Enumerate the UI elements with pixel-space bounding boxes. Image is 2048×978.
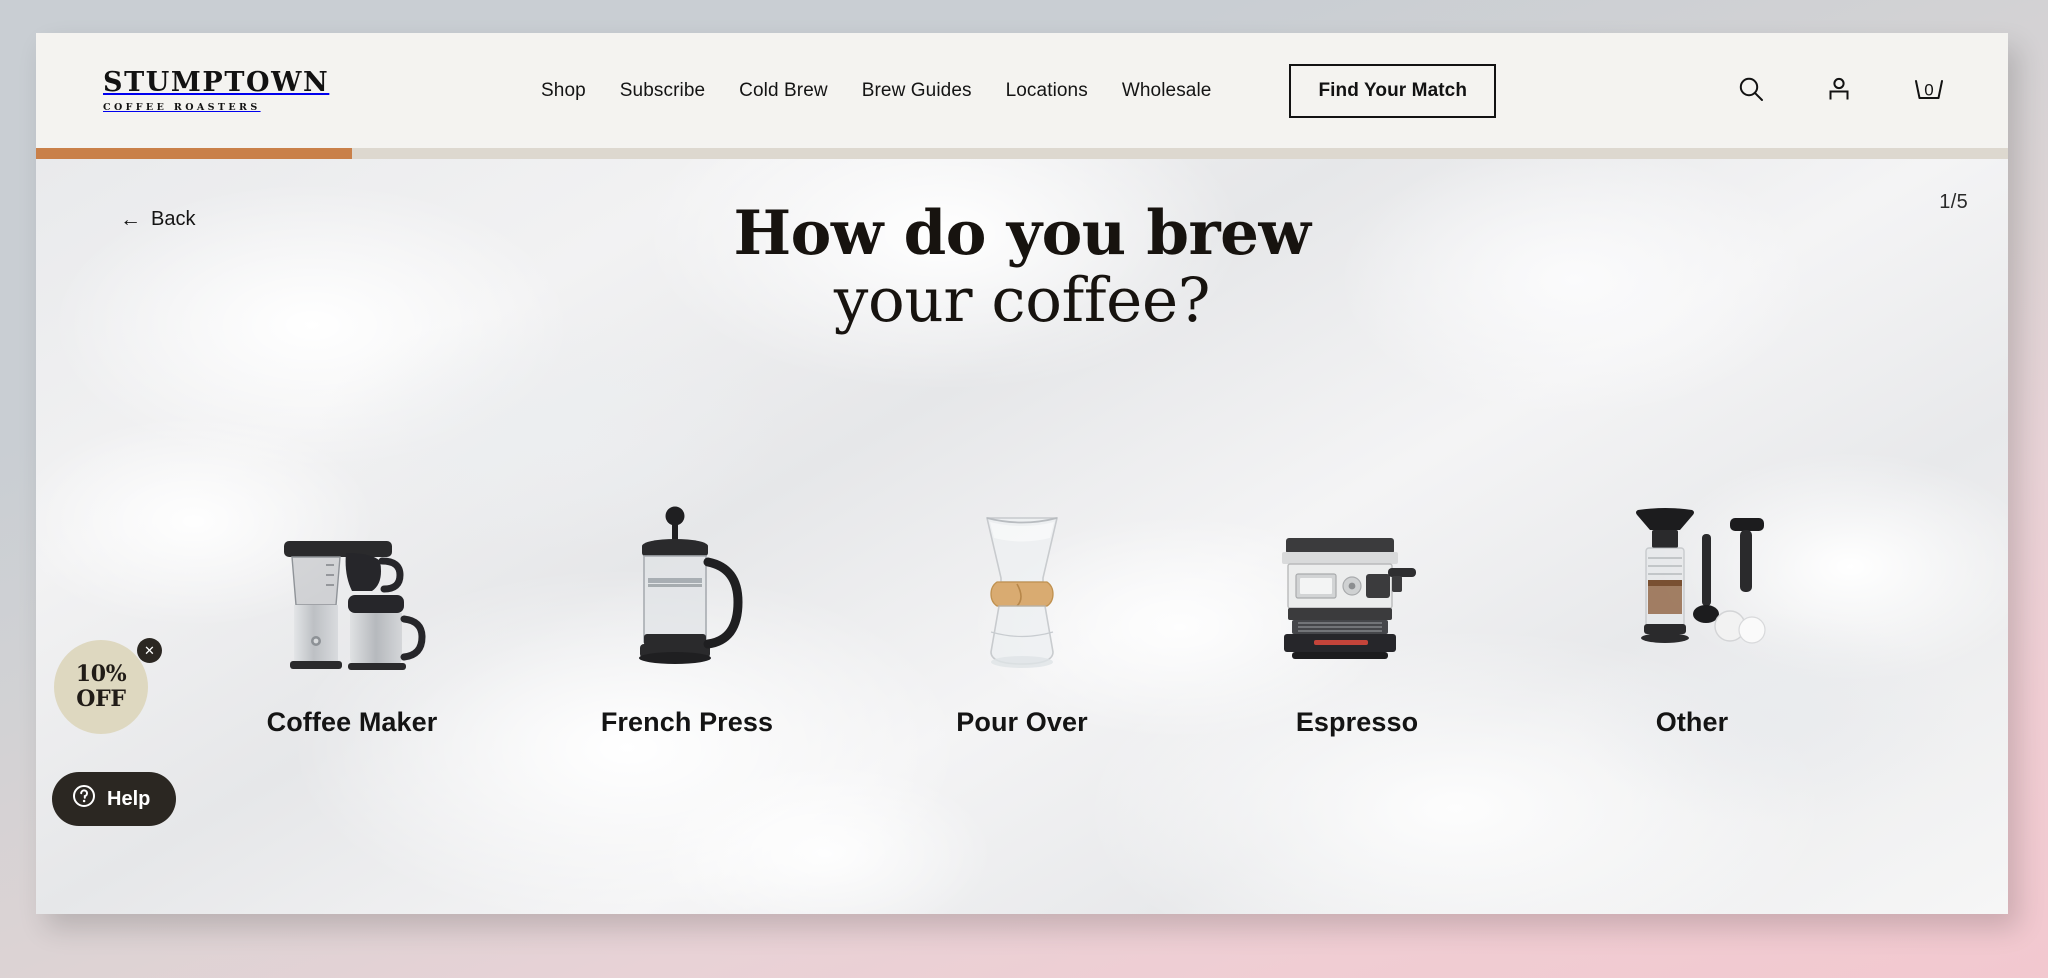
option-label: Pour Over <box>956 707 1088 737</box>
help-button[interactable]: Help <box>52 772 177 826</box>
espresso-machine-image <box>1190 489 1525 679</box>
help-button-label: Help <box>107 787 151 810</box>
brand-name: STUMPTOWN <box>103 66 330 98</box>
french-press-image <box>520 489 855 679</box>
option-label: Coffee Maker <box>266 707 438 737</box>
search-button[interactable] <box>1736 74 1766 107</box>
cart-button[interactable]: 0 <box>1912 74 1946 107</box>
option-french-press[interactable]: French Press <box>520 489 855 738</box>
brand-tagline: COFFEE ROASTERS <box>103 101 261 113</box>
quiz-title-line-1: How do you brew <box>733 198 1311 269</box>
nav-item-cold-brew[interactable]: Cold Brew <box>739 80 828 102</box>
promo-discount-label: OFF <box>76 686 126 712</box>
promo-discount-value: 10% <box>75 661 127 688</box>
find-your-match-button[interactable]: Find Your Match <box>1289 63 1497 118</box>
quiz-progress-bar <box>36 148 2008 159</box>
cart-icon <box>1912 74 1946 107</box>
nav-item-shop[interactable]: Shop <box>541 80 586 102</box>
option-label: Espresso <box>1295 707 1419 737</box>
option-espresso[interactable]: Espresso <box>1190 489 1525 738</box>
main-navigation: Shop Subscribe Cold Brew Brew Guides Loc… <box>541 63 1497 118</box>
option-other[interactable]: Other <box>1525 489 1860 738</box>
brand-logo[interactable]: STUMPTOWN COFFEE ROASTERS <box>76 66 330 113</box>
account-icon <box>1824 74 1854 107</box>
coffee-maker-image <box>185 489 520 679</box>
promo-badge[interactable]: 10% OFF ✕ <box>54 638 162 734</box>
account-button[interactable] <box>1824 74 1854 107</box>
nav-item-locations[interactable]: Locations <box>1006 80 1088 102</box>
option-label: French Press <box>600 707 774 737</box>
site-header: STUMPTOWN COFFEE ROASTERS Shop Subscribe… <box>36 33 2008 148</box>
quiz-stage: ← Back 1/5 How do you brew your coffee? <box>36 159 2008 914</box>
option-label: Other <box>1655 707 1729 737</box>
nav-item-subscribe[interactable]: Subscribe <box>620 80 705 102</box>
quiz-title-line-2: your coffee? <box>833 264 1211 336</box>
quiz-question-title: How do you brew your coffee? <box>36 198 2008 336</box>
header-icon-group: 0 <box>1736 74 1968 107</box>
close-icon[interactable]: ✕ <box>137 638 162 663</box>
browser-page-card: STUMPTOWN COFFEE ROASTERS Shop Subscribe… <box>36 33 2008 914</box>
aeropress-image <box>1525 489 1860 679</box>
nav-item-brew-guides[interactable]: Brew Guides <box>862 80 972 102</box>
nav-item-wholesale[interactable]: Wholesale <box>1122 80 1212 102</box>
search-icon <box>1736 74 1766 107</box>
option-pour-over[interactable]: Pour Over <box>855 489 1190 738</box>
quiz-progress-fill <box>36 148 352 159</box>
option-coffee-maker[interactable]: Coffee Maker <box>185 489 520 738</box>
pour-over-image <box>855 489 1190 679</box>
quiz-options-row: Coffee Maker French Press Pour Over Espr… <box>36 489 2008 738</box>
question-mark-icon <box>72 784 96 814</box>
